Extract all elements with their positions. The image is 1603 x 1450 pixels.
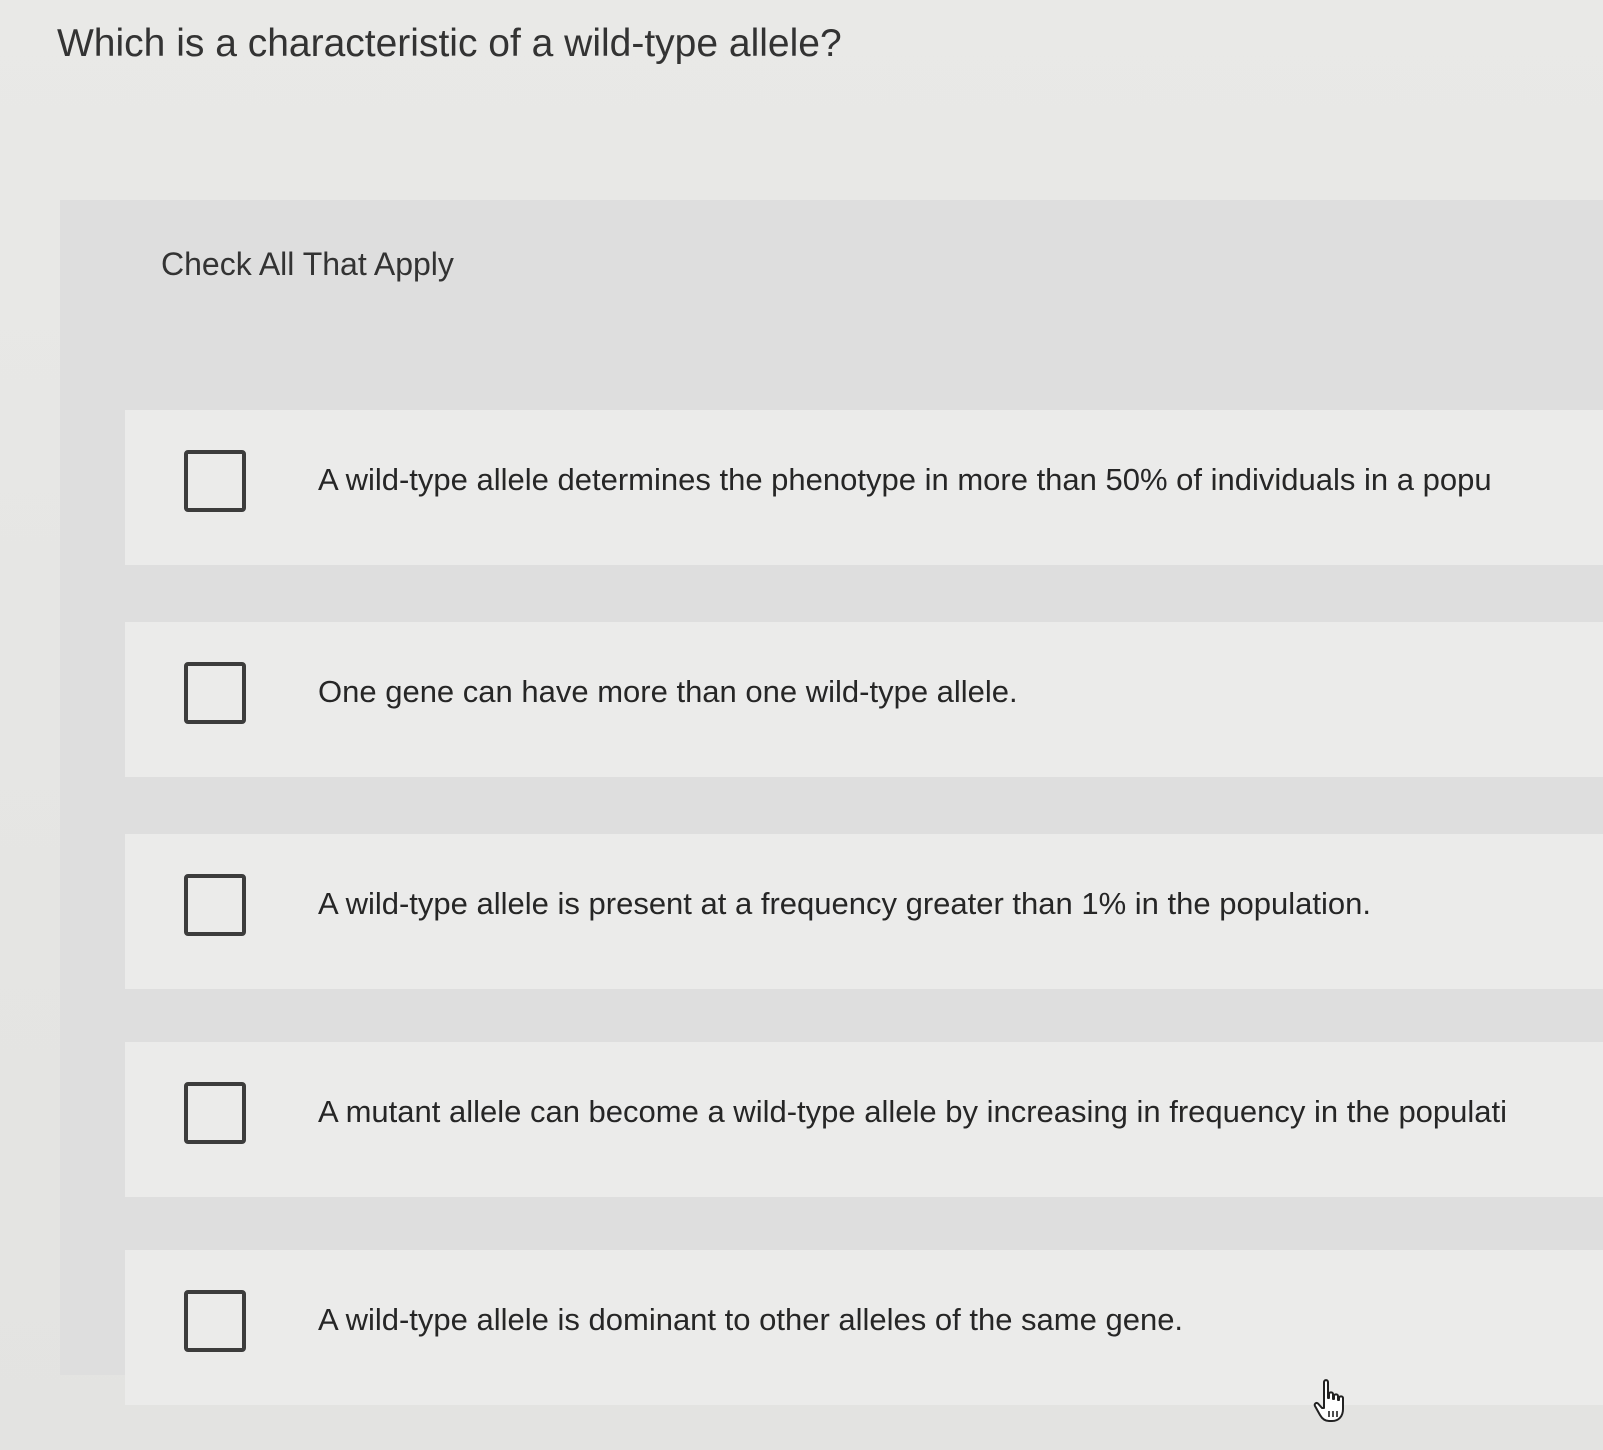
choice-label: A mutant allele can become a wild-type a… — [318, 1094, 1508, 1129]
choice-option-5[interactable]: A wild-type allele is dominant to other … — [125, 1250, 1603, 1405]
choice-option-3[interactable]: A wild-type allele is present at a frequ… — [125, 834, 1603, 989]
checkbox-icon[interactable] — [184, 1290, 246, 1352]
question-text: Which is a characteristic of a wild-type… — [57, 22, 842, 65]
checkbox-icon[interactable] — [184, 1082, 246, 1144]
checkbox-icon[interactable] — [184, 450, 246, 512]
hand-pointer-icon — [1313, 1379, 1344, 1422]
choice-option-4[interactable]: A mutant allele can become a wild-type a… — [125, 1042, 1603, 1197]
choice-option-2[interactable]: One gene can have more than one wild-typ… — [125, 622, 1603, 777]
choice-label: One gene can have more than one wild-typ… — [318, 674, 1018, 709]
choice-option-1[interactable]: A wild-type allele determines the phenot… — [125, 410, 1603, 565]
checkbox-icon[interactable] — [184, 874, 246, 936]
instruction-text: Check All That Apply — [161, 246, 454, 282]
choice-label: A wild-type allele is dominant to other … — [318, 1302, 1184, 1337]
choice-list: A wild-type allele determines the phenot… — [125, 410, 1603, 1450]
choice-label: A wild-type allele determines the phenot… — [318, 462, 1492, 497]
choice-label: A wild-type allele is present at a frequ… — [318, 886, 1371, 921]
checkbox-icon[interactable] — [184, 662, 246, 724]
